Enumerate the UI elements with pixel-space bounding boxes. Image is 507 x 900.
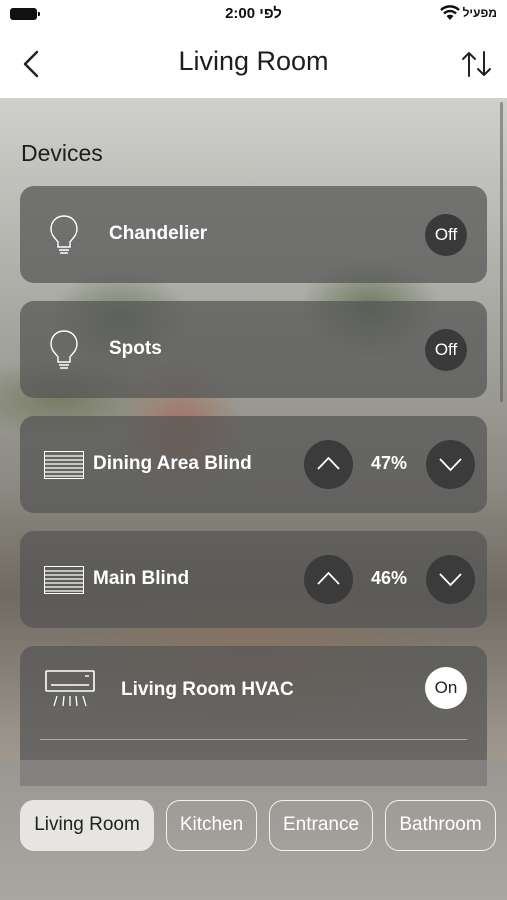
chevron-up-icon: [317, 456, 340, 470]
blind-icon: [44, 451, 84, 479]
lightbulb-icon: [50, 215, 78, 254]
power-toggle[interactable]: Off: [425, 329, 467, 371]
chevron-down-icon: [439, 573, 462, 587]
blind-up-button[interactable]: [304, 440, 353, 489]
device-card-dining-area-blind[interactable]: Dining Area Blind 47%: [20, 416, 487, 513]
sort-arrows-icon[interactable]: [460, 48, 494, 80]
device-card-main-blind[interactable]: Main Blind 46%: [20, 531, 487, 628]
carrier-label: מפעיל: [462, 6, 497, 20]
scrollbar[interactable]: [500, 102, 503, 402]
room-tab-kitchen[interactable]: Kitchen: [166, 800, 257, 851]
blind-position: 47%: [370, 453, 408, 473]
device-card-chandelier[interactable]: Chandelier Off: [20, 186, 487, 283]
blind-down-button[interactable]: [426, 555, 475, 604]
status-time: 2:00 לפי: [225, 5, 282, 22]
device-name: Spots: [109, 338, 162, 359]
chevron-up-icon: [317, 571, 340, 585]
chevron-down-icon: [439, 458, 462, 472]
status-bar: 2:00 לפי מפעיל: [0, 0, 507, 28]
blind-position: 46%: [370, 568, 408, 588]
device-card-spots[interactable]: Spots Off: [20, 301, 487, 398]
air-conditioner-icon: [45, 670, 95, 707]
device-name: Dining Area Blind: [93, 453, 252, 474]
device-name: Living Room HVAC: [121, 679, 294, 700]
power-toggle[interactable]: On: [425, 667, 467, 709]
page-title: Living Room: [178, 46, 329, 76]
power-toggle[interactable]: Off: [425, 214, 467, 256]
divider: [40, 739, 467, 740]
device-name: Main Blind: [93, 568, 190, 589]
lightbulb-icon: [50, 330, 78, 369]
room-tab-living-room[interactable]: Living Room: [20, 800, 154, 851]
blind-icon: [44, 566, 84, 594]
section-title: Devices: [21, 140, 103, 166]
blind-down-button[interactable]: [426, 440, 475, 489]
room-tab-entrance[interactable]: Entrance: [269, 800, 373, 851]
nav-bar: Living Room: [0, 28, 507, 98]
room-tab-bathroom[interactable]: Bathroom: [385, 800, 496, 851]
blind-up-button[interactable]: [304, 555, 353, 604]
room-tab-bar: Living Room Kitchen Entrance Bathroom: [0, 760, 507, 900]
device-name: Chandelier: [109, 223, 208, 244]
wifi-icon: [440, 5, 460, 20]
